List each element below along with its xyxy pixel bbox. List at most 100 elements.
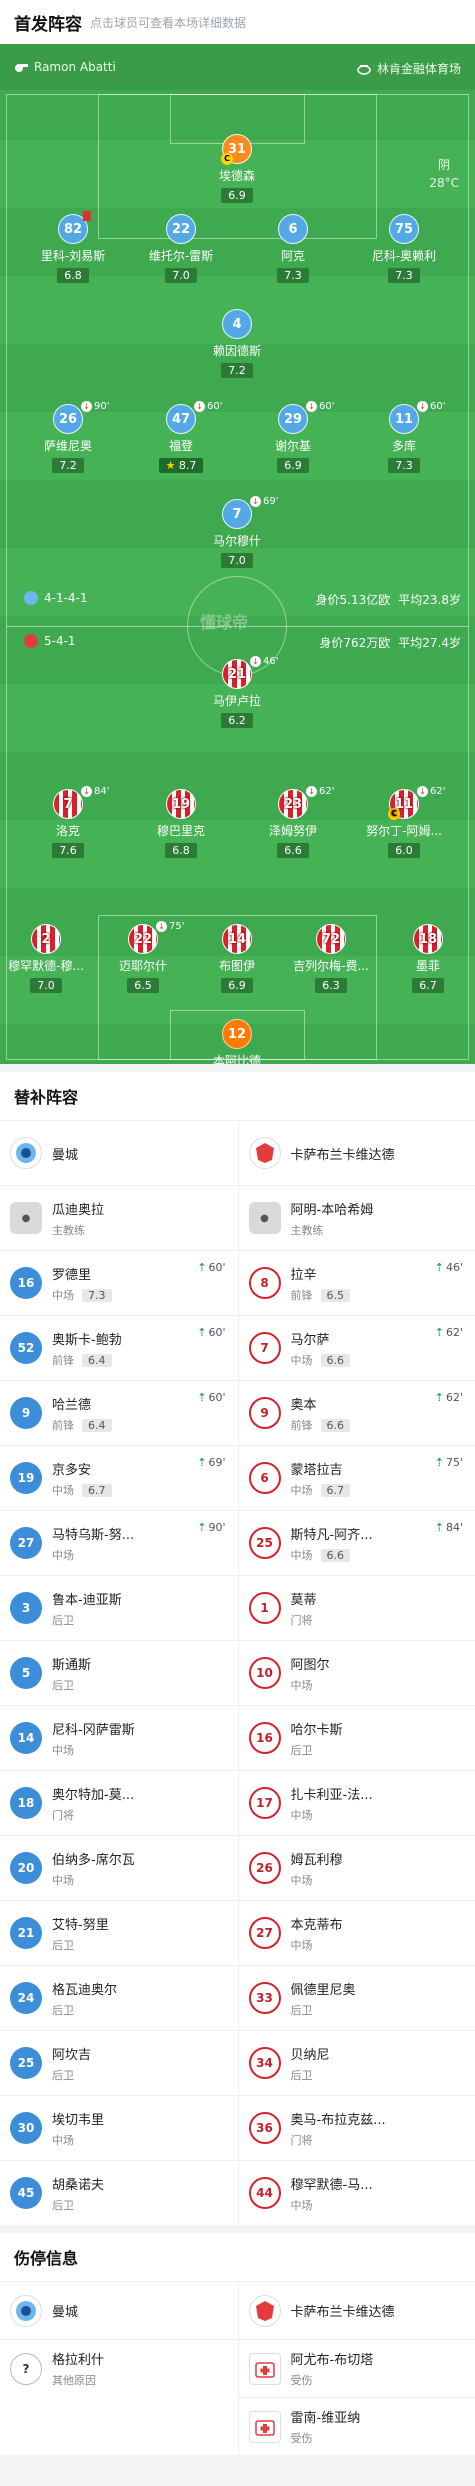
player-away[interactable]: 7 ↓ 84' 洛克 7.6 <box>23 786 113 858</box>
substitute-row[interactable]: 5 斯通斯 后卫 <box>0 1640 238 1705</box>
player-away[interactable]: 14 布图伊 6.9 <box>192 924 282 993</box>
substitute-row[interactable]: 17 扎卡利亚-法... 中场 <box>238 1770 475 1835</box>
player-rating-value: 7.6 <box>59 844 77 857</box>
jersey-number: 1 <box>248 1592 281 1624</box>
player-rating: 6.3 <box>315 978 347 993</box>
substitutes-grid: 曼城 ● 瓜迪奥拉 主教练 16 罗德里 中场 7.3 ⇡ 60' 52 奥斯卡-鲍勃 前锋 6.4 ⇡… <box>0 1120 475 2225</box>
substitute-name: 斯通斯 <box>52 1657 92 1673</box>
substitute-position: 中场 <box>291 1872 343 1888</box>
substitute-row[interactable]: 27 马特乌斯-努... 中场 ⇡ 90' <box>0 1510 238 1575</box>
substitute-row[interactable]: 27 本克蒂布 中场 <box>238 1900 475 1965</box>
substitute-row[interactable]: 18 奥尔特加-莫... 门将 <box>0 1770 238 1835</box>
injury-row[interactable]: ? 格拉利什 其他原因 <box>0 2339 238 2397</box>
sub-in-minute-value: 90' <box>208 1521 226 1534</box>
sub-in-arrow-icon: ⇡ <box>197 1261 207 1274</box>
sub-out-icon: ↓ <box>417 401 428 412</box>
footer-spacer <box>0 2455 475 2467</box>
player-away[interactable]: 23 ↓ 62' 泽姆努伊 6.6 <box>248 786 338 858</box>
player-home[interactable]: 4 赖因德斯 7.2 <box>192 309 282 378</box>
substitute-position: 门将 <box>52 1807 134 1823</box>
substitute-name: 艾特-努里 <box>52 1917 109 1933</box>
player-away[interactable]: 2 穆罕默德-穆... 7.0 <box>1 924 91 993</box>
player-name: 穆巴里克 <box>156 824 205 838</box>
substitute-row[interactable]: 45 胡桑诺夫 后卫 <box>0 2160 238 2225</box>
substitution-minute: 60' <box>430 401 446 412</box>
substitute-row[interactable]: 24 格瓦迪奥尔 后卫 <box>0 1965 238 2030</box>
substitute-row[interactable]: 44 穆罕默德-马... 中场 <box>238 2160 475 2225</box>
substitute-row[interactable]: 9 奥本 前锋 6.6 ⇡ 62' <box>238 1380 475 1445</box>
player-name: 维托尔-雷斯 <box>148 249 214 263</box>
position-label: 中场 <box>52 2133 74 2147</box>
player-away[interactable]: 11 C ↓ 62' 努尔丁-阿姆... 6.0 <box>359 786 449 858</box>
sub-in-minute: ⇡ 90' <box>197 1521 225 1534</box>
player-away[interactable]: 22 ↓ 75' 迈耶尔什 6.5 <box>98 921 188 993</box>
substitute-row[interactable]: 52 奥斯卡-鲍勃 前锋 6.4 ⇡ 60' <box>0 1315 238 1380</box>
substitute-row[interactable]: 3 鲁本-迪亚斯 后卫 <box>0 1575 238 1640</box>
player-home[interactable]: 26 ↓ 90' 萨维尼奥 7.2 <box>23 401 113 473</box>
substitutes-title: 替补阵容 <box>14 1088 79 1107</box>
substitute-position: 中场 <box>52 1742 135 1758</box>
jersey-number: 14 <box>222 924 252 954</box>
substitute-info: 蒙塔拉吉 中场 6.7 <box>291 1459 350 1498</box>
substitute-row[interactable]: 9 哈兰德 前锋 6.4 ⇡ 60' <box>0 1380 238 1445</box>
substitute-row[interactable]: 1 莫蒂 门将 <box>238 1575 475 1640</box>
jersey-number: 29 <box>278 404 308 434</box>
position-label: 后卫 <box>52 1938 74 1952</box>
substitute-row[interactable]: 30 埃切韦里 中场 <box>0 2095 238 2160</box>
injury-row[interactable]: 雷南-维亚纳 受伤 <box>238 2397 475 2455</box>
player-away[interactable]: 18 墨菲 6.7 <box>383 924 473 993</box>
substitute-row[interactable]: 7 马尔萨 中场 6.6 ⇡ 62' <box>238 1315 475 1380</box>
substitute-row[interactable]: 25 斯特凡-阿齐... 中场 6.6 ⇡ 84' <box>238 1510 475 1575</box>
substitute-name: 姆瓦利穆 <box>290 1852 343 1868</box>
injuries-grid: 曼城 ? 格拉利什 其他原因 卡萨布兰卡维达德 阿尤布-布切塔 受伤 雷南-维亚纳 受伤 <box>0 2281 475 2455</box>
jersey-number: 23 <box>278 789 308 819</box>
player-rating-value: 7.2 <box>228 364 246 377</box>
sub-out-icon: ↓ <box>156 921 167 932</box>
player-home[interactable]: 75 尼科-奥赖利 7.3 <box>359 214 449 283</box>
player-away[interactable]: 21 ↓ 46' 马伊卢拉 6.2 <box>192 656 282 728</box>
substitute-row[interactable]: 8 拉辛 前锋 6.5 ⇡ 46' <box>238 1250 475 1315</box>
player-rating: 7.3 <box>277 268 309 283</box>
player-away[interactable]: 19 穆巴里克 6.8 <box>136 789 226 858</box>
player-home[interactable]: 29 ↓ 60' 谢尔基 6.9 <box>248 401 338 473</box>
position-label: 门将 <box>290 2133 313 2147</box>
substitute-row[interactable]: 26 姆瓦利穆 中场 <box>238 1835 475 1900</box>
substitute-row[interactable]: 10 阿图尔 中场 <box>238 1640 475 1705</box>
substitute-row[interactable]: 19 京多安 中场 6.7 ⇡ 69' <box>0 1445 238 1510</box>
substitution-minute: 46' <box>263 656 279 667</box>
substitute-position: 中场 <box>291 1677 330 1693</box>
home-coach-row[interactable]: ● 瓜迪奥拉 主教练 <box>0 1185 238 1250</box>
player-name: 福登 <box>168 439 193 453</box>
injury-row[interactable]: 阿尤布-布切塔 受伤 <box>238 2339 475 2397</box>
player-home[interactable]: 47 ↓ 60' 福登 ★ 8.7 <box>136 401 226 473</box>
substitute-row[interactable]: 25 阿坎吉 后卫 <box>0 2030 238 2095</box>
substitute-row[interactable]: 33 佩德里尼奥 后卫 <box>238 1965 475 2030</box>
player-rating-value: 7.0 <box>228 554 246 567</box>
player-home[interactable]: 82 里科-刘易斯 6.8 <box>28 211 118 283</box>
player-rating: 6.5 <box>127 978 159 993</box>
substitute-row[interactable]: 20 伯纳多-席尔瓦 中场 <box>0 1835 238 1900</box>
away-coach-row[interactable]: ● 阿明-本哈希姆 主教练 <box>238 1185 475 1250</box>
player-home[interactable]: 22 维托尔-雷斯 7.0 <box>136 214 226 283</box>
substitute-row[interactable]: 21 艾特-努里 后卫 <box>0 1900 238 1965</box>
player-away[interactable]: 72 吉列尔梅-费... 6.3 <box>286 924 376 993</box>
substitute-row[interactable]: 16 罗德里 中场 7.3 ⇡ 60' <box>0 1250 238 1315</box>
substitute-row[interactable]: 16 哈尔卡斯 后卫 <box>238 1705 475 1770</box>
injury-reason: 受伤 <box>290 2374 313 2387</box>
away-team-row: 卡萨布兰卡维达德 <box>238 1120 475 1185</box>
substitute-row[interactable]: 6 蒙塔拉吉 中场 6.7 ⇡ 75' <box>238 1445 475 1510</box>
player-name: 墨菲 <box>415 959 440 973</box>
injury-info: 雷南-维亚纳 受伤 <box>291 2407 361 2446</box>
player-home[interactable]: 6 阿克 7.3 <box>248 214 338 283</box>
player-home[interactable]: 7 ↓ 69' 马尔穆什 7.0 <box>192 496 282 568</box>
player-home[interactable]: 11 ↓ 60' 多库 7.3 <box>359 401 449 473</box>
substitute-row[interactable]: 34 贝纳尼 后卫 <box>238 2030 475 2095</box>
position-label: 后卫 <box>52 1678 74 1692</box>
substitute-info: 佩德里尼奥 后卫 <box>291 1979 356 2018</box>
substitute-row[interactable]: 36 奥马-布拉克兹... 门将 <box>238 2095 475 2160</box>
player-away[interactable]: 12本阿比德6.8 <box>192 1019 282 1064</box>
jersey-number: 17 <box>248 1787 281 1819</box>
substitute-row[interactable]: 14 尼科-冈萨雷斯 中场 <box>0 1705 238 1770</box>
player-home[interactable]: 31 C 埃德森 6.9 <box>192 134 282 203</box>
player-rating-value: 6.5 <box>134 979 152 992</box>
